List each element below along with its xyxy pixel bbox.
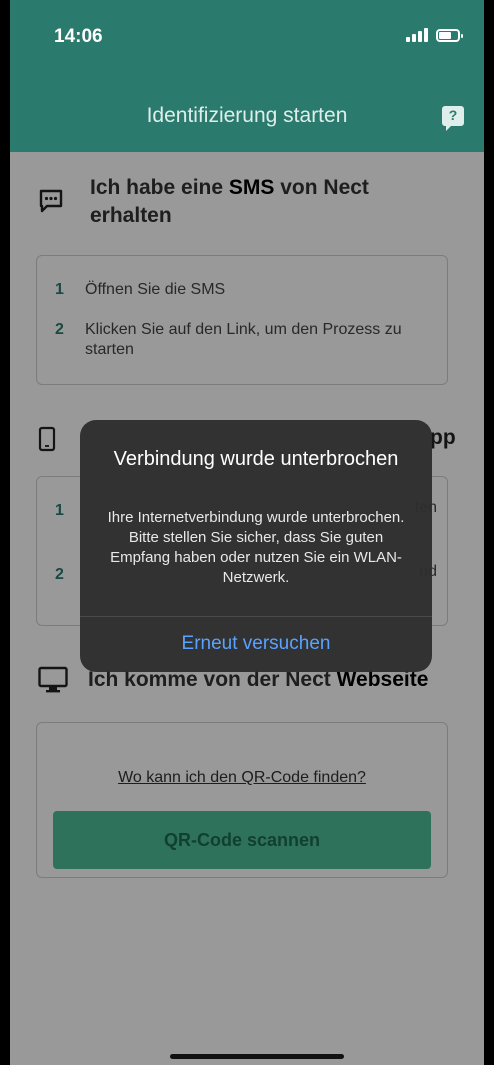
page-title: Identifizierung starten [146, 104, 348, 127]
signal-icon [406, 28, 428, 42]
status-time: 14:06 [54, 26, 103, 47]
app-header: 14:06 Identifizierung starten ? [10, 0, 484, 152]
alert-message: Ihre Internetverbindung wurde unterbroch… [107, 509, 405, 586]
status-indicators [406, 28, 463, 42]
help-icon[interactable]: ? [442, 106, 464, 131]
phone-screen: 14:06 Identifizierung starten ? Ich habe… [10, 0, 484, 1065]
connection-alert: Verbindung wurde unterbrochen Ihre Inter… [80, 420, 432, 672]
battery-icon [436, 28, 463, 42]
retry-button[interactable]: Erneut versuchen [80, 616, 432, 672]
home-indicator[interactable] [170, 1054, 344, 1059]
alert-title: Verbindung wurde unterbrochen [113, 448, 399, 470]
